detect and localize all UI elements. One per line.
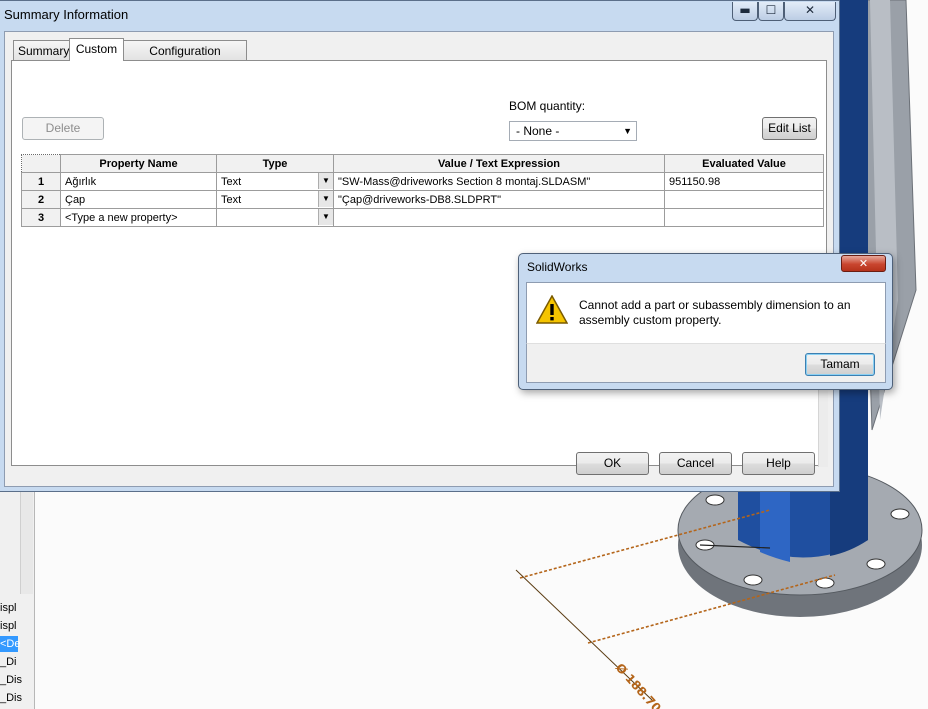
tab-summary[interactable]: Summary <box>13 40 70 60</box>
evaluated-value-cell <box>664 208 824 227</box>
type-cell[interactable]: Text ▼ <box>216 190 334 209</box>
value-cell[interactable]: "Çap@driveworks-DB8.SLDPRT" <box>333 190 665 209</box>
tree-item-selected[interactable]: <De <box>0 636 21 652</box>
minimize-button[interactable]: ▬ <box>732 2 758 21</box>
cancel-button[interactable]: Cancel <box>659 452 732 475</box>
message-box-title: SolidWorks <box>527 260 588 274</box>
header-type[interactable]: Type <box>216 154 334 173</box>
property-name-cell[interactable]: Ağırlık <box>60 172 217 191</box>
table-row: 2 Çap Text ▼ "Çap@driveworks-DB8.SLDPRT" <box>21 190 824 209</box>
message-box-body: Cannot add a part or subassembly dimensi… <box>526 282 886 343</box>
chevron-down-icon[interactable]: ▼ <box>318 209 333 225</box>
table-row: 1 Ağırlık Text ▼ "SW-Mass@driveworks Sec… <box>21 172 824 191</box>
tab-custom[interactable]: Custom <box>69 38 124 61</box>
evaluated-value-cell <box>664 190 824 209</box>
dimension-text: Ø 188.70 <box>613 661 664 709</box>
close-button[interactable]: ✕ <box>841 255 886 272</box>
type-cell[interactable]: ▼ <box>216 208 334 227</box>
delete-button[interactable]: Delete <box>22 117 104 140</box>
solidworks-message-box: SolidWorks ✕ Cannot add a part or subass… <box>518 253 893 390</box>
header-value[interactable]: Value / Text Expression <box>333 154 665 173</box>
type-cell[interactable]: Text ▼ <box>216 172 334 191</box>
custom-properties-grid: Property Name Type Value / Text Expressi… <box>21 154 824 227</box>
ok-button[interactable]: OK <box>576 452 649 475</box>
bolt-hole <box>705 494 725 506</box>
value-cell[interactable] <box>333 208 665 227</box>
tree-scrollbar[interactable] <box>20 490 33 594</box>
chevron-down-icon[interactable]: ▼ <box>318 191 333 207</box>
table-row: 3 <Type a new property> ▼ <box>21 208 824 227</box>
tamam-button[interactable]: Tamam <box>805 353 875 376</box>
type-value: Text <box>221 193 242 206</box>
evaluated-value-cell: 951150.98 <box>664 172 824 191</box>
tree-item[interactable]: ispl <box>0 618 17 634</box>
property-name-cell[interactable]: <Type a new property> <box>60 208 217 227</box>
edit-list-button[interactable]: Edit List <box>762 117 817 140</box>
summary-information-window: Summary Information ▬ ☐ ✕ Summary Custom… <box>0 0 840 492</box>
property-name-cell[interactable]: Çap <box>60 190 217 209</box>
tree-item[interactable]: _Dis <box>0 672 22 688</box>
bom-quantity-label: BOM quantity: <box>509 99 586 113</box>
tree-item[interactable]: _Di <box>0 654 17 670</box>
chevron-down-icon: ▼ <box>623 126 632 136</box>
value-cell[interactable]: "SW-Mass@driveworks Section 8 montaj.SLD… <box>333 172 665 191</box>
row-number[interactable]: 3 <box>21 208 61 227</box>
bolt-hole <box>743 574 763 586</box>
bolt-hole <box>815 577 835 589</box>
bolt-hole <box>890 508 910 520</box>
bom-quantity-select[interactable]: - None - ▼ <box>509 121 637 141</box>
tab-configuration-specific[interactable]: Configuration Specific <box>123 40 247 78</box>
message-box-footer: Tamam <box>526 343 886 383</box>
header-property-name[interactable]: Property Name <box>60 154 217 173</box>
grid-corner[interactable] <box>21 154 61 173</box>
grid-header-row: Property Name Type Value / Text Expressi… <box>21 154 824 173</box>
tree-item[interactable]: ispl <box>0 600 17 616</box>
message-text: Cannot add a part or subassembly dimensi… <box>579 298 851 327</box>
feature-tree-panel: ispl ispl <De _Di _Dis _Dis <box>0 490 35 709</box>
window-title: Summary Information <box>4 7 129 22</box>
help-button[interactable]: Help <box>742 452 815 475</box>
maximize-button[interactable]: ☐ <box>758 2 784 21</box>
warning-icon <box>536 295 568 324</box>
row-number[interactable]: 2 <box>21 190 61 209</box>
bolt-hole <box>866 558 886 570</box>
bom-quantity-value: - None - <box>516 124 560 138</box>
close-button[interactable]: ✕ <box>784 2 836 21</box>
chevron-down-icon[interactable]: ▼ <box>318 173 333 189</box>
header-evaluated-value[interactable]: Evaluated Value <box>664 154 824 173</box>
row-number[interactable]: 1 <box>21 172 61 191</box>
tree-item[interactable]: _Dis <box>0 690 22 706</box>
type-value: Text <box>221 175 242 188</box>
